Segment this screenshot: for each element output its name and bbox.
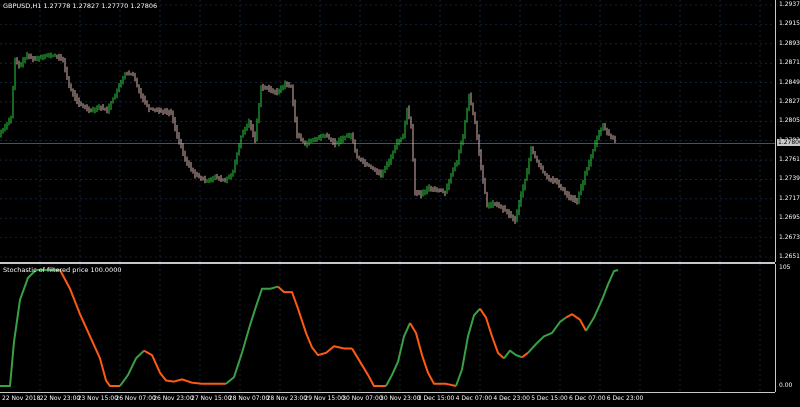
time-tick-label: 28 Nov 23:00 [266, 395, 308, 402]
time-tick-label: 4 Dec 07:00 [455, 395, 493, 402]
price-axis[interactable]: 1.29375 1.29155 1.28935 1.28715 1.28495 1.282… [775, 0, 800, 262]
time-tick-label: 4 Dec 23:00 [493, 395, 530, 402]
stochastic-line-down [277, 285, 352, 357]
price-tick-label: 1.27175 [779, 194, 800, 202]
time-tick-label: 28 Nov 07:00 [228, 395, 270, 402]
price-tick-label: 1.28055 [779, 117, 800, 125]
time-tick-label: 26 Nov 23:00 [153, 395, 194, 402]
time-tick-label: 22 Nov 23:00 [39, 395, 81, 402]
time-tick-label: 22 Nov 2018 [2, 395, 41, 402]
price-tick-label: 1.26955 [779, 214, 800, 222]
time-tick-label: 23 Nov 15:00 [77, 395, 119, 402]
time-tick-label: 29 Nov 15:00 [304, 395, 345, 402]
stochastic-line-down [521, 352, 529, 359]
time-tick-label: 5 Dec 15:00 [531, 395, 568, 402]
price-tick-label: 1.26735 [779, 233, 800, 241]
indicator-panel[interactable]: Stochastic of filtered price 100.0000 [0, 264, 775, 392]
stochastic-line-up [0, 269, 60, 387]
stochastic-line-up [385, 322, 411, 387]
price-tick-label: 1.27395 [779, 175, 800, 183]
price-chart-svg [0, 0, 775, 262]
time-tick-label: 6 Dec 07:00 [569, 395, 606, 402]
price-tick-label: 1.29155 [779, 20, 800, 28]
time-tick-label: 3 Dec 15:00 [417, 395, 455, 402]
stochastic-line-up [585, 269, 619, 332]
indicator-min-label: 0.00 [779, 382, 793, 389]
stochastic-svg [0, 264, 761, 392]
price-tick-label: 1.28495 [779, 78, 800, 86]
stochastic-line-down [479, 308, 505, 360]
price-tick-label: 1.29375 [779, 1, 800, 8]
price-chart-panel[interactable]: GBPUSD,H1 1.27778 1.27827 1.27770 1.2780… [0, 0, 775, 262]
indicator-title: Stochastic of filtered price 100.0000 [3, 266, 122, 274]
current-price-badge: 1.27806 [777, 139, 800, 147]
time-axis[interactable]: 22 Nov 2018 22 Nov 23:00 23 Nov 15:00 26 No… [0, 392, 775, 407]
stochastic-line-up [225, 285, 279, 385]
stochastic-line-down [409, 322, 457, 387]
symbol-info-label: GBPUSD,H1 1.27778 1.27827 1.27770 1.2780… [3, 2, 158, 10]
stochastic-line-up [503, 349, 523, 359]
price-tick-label: 1.26515 [779, 253, 800, 260]
indicator-axis: 105 0.00 [775, 264, 800, 392]
time-tick-label: 27 Nov 15:00 [191, 395, 232, 402]
time-tick-label: 26 Nov 07:00 [115, 395, 156, 402]
stochastic-line-down [143, 349, 226, 385]
stochastic-line-down [565, 313, 587, 332]
time-tick-label: 6 Dec 23:00 [606, 395, 644, 402]
stochastic-line-up [119, 349, 145, 387]
price-tick-label: 1.28275 [779, 97, 800, 105]
price-tick-label: 1.28715 [779, 59, 800, 67]
price-tick-label: 1.27615 [779, 156, 800, 164]
indicator-max-label: 105 [779, 264, 791, 271]
stochastic-line-down [59, 269, 120, 387]
price-tick-label: 1.28935 [779, 39, 800, 47]
time-tick-label: 30 Nov 07:00 [342, 395, 383, 402]
time-tick-label: 30 Nov 23:00 [380, 395, 421, 402]
stochastic-line-down [351, 347, 386, 387]
stochastic-line-up [455, 307, 481, 387]
